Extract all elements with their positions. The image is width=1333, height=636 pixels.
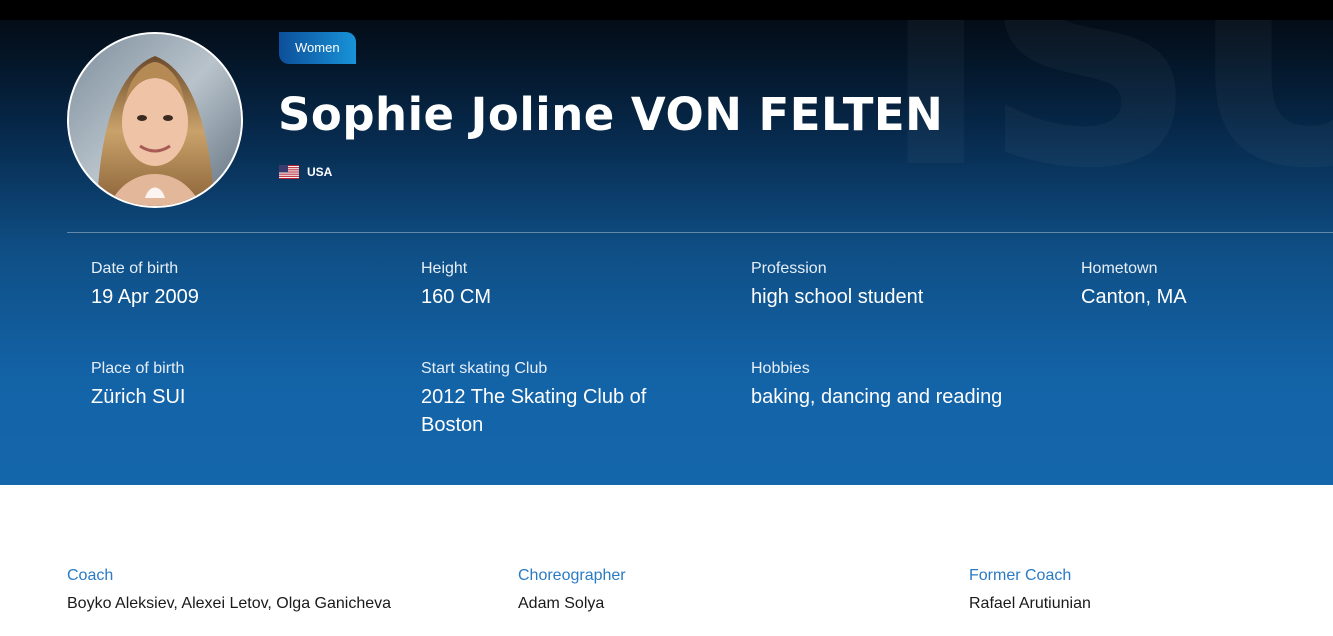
- header-divider: [67, 232, 1333, 233]
- fact-place-of-birth: Place of birth Zürich SUI: [91, 359, 185, 411]
- category-badge: Women: [279, 32, 356, 64]
- fact-value: high school student: [751, 286, 924, 308]
- fact-label: Date of birth: [91, 260, 179, 277]
- coach-label: Coach: [67, 567, 114, 584]
- former-coach-name: Rafael Arutiunian: [969, 595, 1091, 612]
- fact-value-line-2: Boston: [421, 414, 484, 436]
- athlete-avatar: [67, 32, 243, 208]
- fact-label: Start skating Club: [421, 360, 548, 377]
- former-coach-section: Former Coach Rafael Arutiunian: [969, 566, 1091, 614]
- choreographer-label: Choreographer: [518, 567, 626, 584]
- fact-value: Canton, MA: [1081, 286, 1187, 308]
- fact-label: Height: [421, 260, 468, 277]
- fact-hobbies: Hobbies baking, dancing and reading: [751, 359, 1002, 411]
- fact-label: Hobbies: [751, 360, 810, 377]
- usa-flag-icon: [279, 165, 299, 179]
- nation: USA: [279, 164, 332, 180]
- fact-label: Profession: [751, 260, 827, 277]
- former-coach-label: Former Coach: [969, 567, 1072, 584]
- athlete-header: ISU: [0, 0, 1333, 485]
- top-bar: [0, 0, 1333, 20]
- fact-hometown: Hometown Canton, MA: [1081, 259, 1187, 311]
- choreographer-section: Choreographer Adam Solya: [518, 566, 626, 614]
- fact-label: Hometown: [1081, 260, 1158, 277]
- fact-value: baking, dancing and reading: [751, 386, 1003, 408]
- athlete-name: Sophie Joline VON FELTEN: [278, 88, 944, 141]
- nation-code: USA: [307, 165, 333, 179]
- coach-names: Boyko Aleksiev, Alexei Letov, Olga Ganic…: [67, 595, 392, 612]
- fact-date-of-birth: Date of birth 19 Apr 2009: [91, 259, 199, 311]
- fact-value: 160 CM: [421, 286, 492, 308]
- fact-value: 19 Apr 2009: [91, 286, 199, 308]
- coach-section: Coach Boyko Aleksiev, Alexei Letov, Olga…: [67, 566, 391, 614]
- fact-value: Zürich SUI: [91, 386, 186, 408]
- fact-label: Place of birth: [91, 360, 185, 377]
- fact-start-skating-club: Start skating Club 2012 The Skating Club…: [421, 359, 646, 439]
- background-watermark: ISU: [880, 0, 1333, 210]
- choreographer-name: Adam Solya: [518, 595, 605, 612]
- fact-height: Height 160 CM: [421, 259, 491, 311]
- fact-profession: Profession high school student: [751, 259, 923, 311]
- athlete-photo: [69, 34, 241, 206]
- fact-value-line-1: 2012 The Skating Club of: [421, 386, 647, 408]
